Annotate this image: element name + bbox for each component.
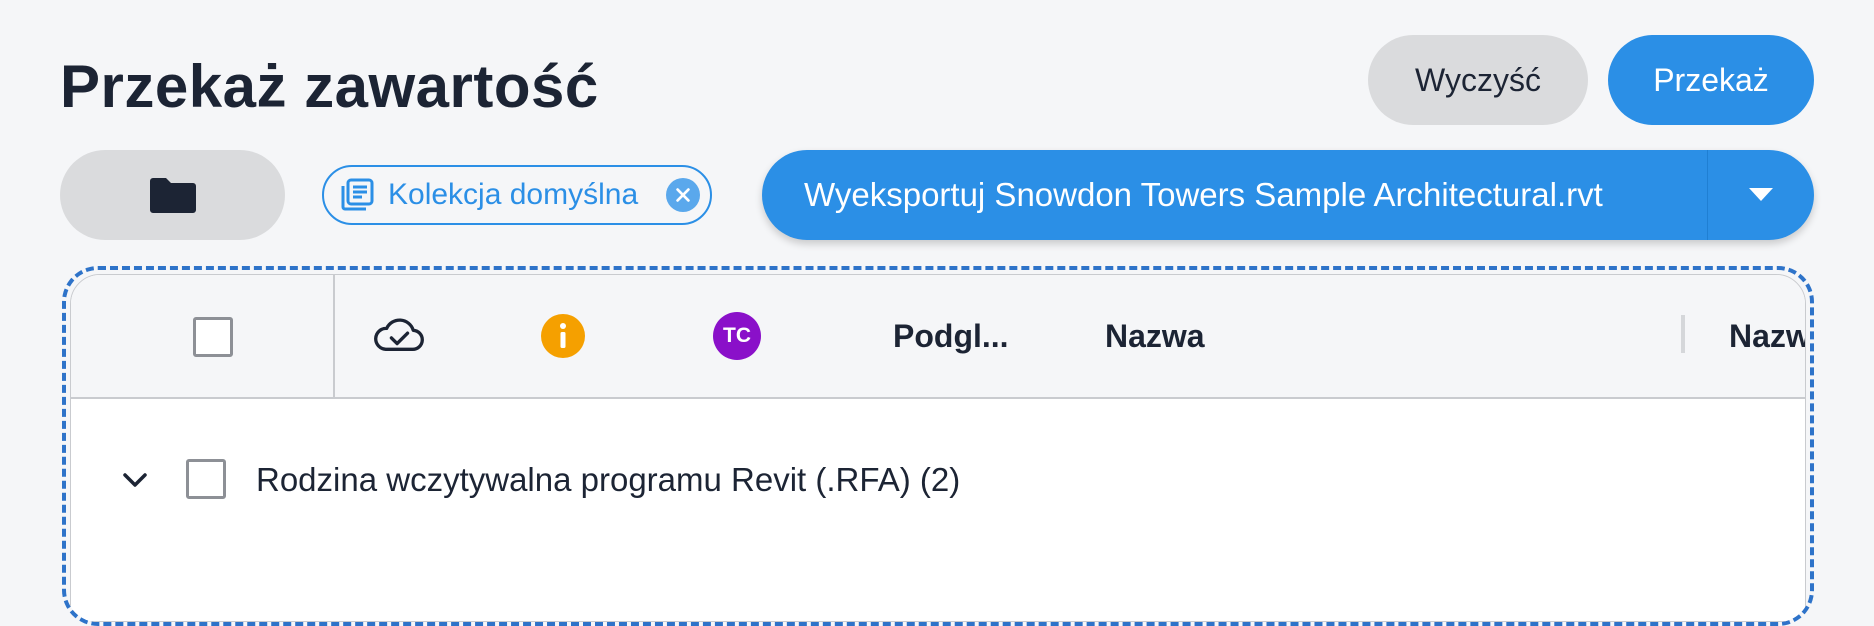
header-select-cell: [71, 275, 335, 397]
page-title: Przekaż zawartość: [60, 53, 599, 120]
tc-badge-label: TC: [723, 324, 751, 347]
table-header: TC Podgl... Nazwa Nazw: [71, 275, 1805, 399]
column-header-name-2[interactable]: Nazw: [1729, 318, 1805, 355]
collection-icon: [340, 178, 374, 212]
content-table: TC Podgl... Nazwa Nazw Rodzina wczytywal…: [70, 274, 1806, 622]
export-button[interactable]: Wyeksportuj Snowdon Towers Sample Archit…: [762, 150, 1707, 240]
tc-badge: TC: [713, 312, 761, 360]
column-header-preview[interactable]: Podgl...: [893, 318, 1009, 355]
folder-icon: [148, 175, 198, 215]
folder-button[interactable]: [60, 150, 285, 240]
column-resizer[interactable]: [1681, 315, 1685, 353]
column-header-name[interactable]: Nazwa: [1105, 318, 1205, 355]
row-checkbox[interactable]: [186, 459, 226, 499]
chevron-down-icon[interactable]: [119, 464, 151, 496]
collection-chip[interactable]: Kolekcja domyślna: [322, 165, 712, 225]
info-icon: [541, 314, 585, 358]
cloud-check-icon: [371, 311, 427, 361]
export-dropdown-button[interactable]: [1708, 150, 1814, 240]
row-label: Rodzina wczytywalna programu Revit (.RFA…: [256, 461, 961, 498]
select-all-checkbox[interactable]: [193, 317, 233, 357]
collection-chip-label: Kolekcja domyślna: [388, 178, 639, 211]
clear-button[interactable]: Wyczyść: [1368, 35, 1588, 125]
table-row: Rodzina wczytywalna programu Revit (.RFA…: [71, 399, 1805, 569]
transfer-button[interactable]: Przekaż: [1608, 35, 1814, 125]
drop-zone[interactable]: TC Podgl... Nazwa Nazw Rodzina wczytywal…: [62, 266, 1814, 626]
caret-down-icon: [1749, 188, 1773, 202]
export-split-button: Wyeksportuj Snowdon Towers Sample Archit…: [762, 150, 1814, 240]
close-icon[interactable]: [666, 178, 700, 212]
